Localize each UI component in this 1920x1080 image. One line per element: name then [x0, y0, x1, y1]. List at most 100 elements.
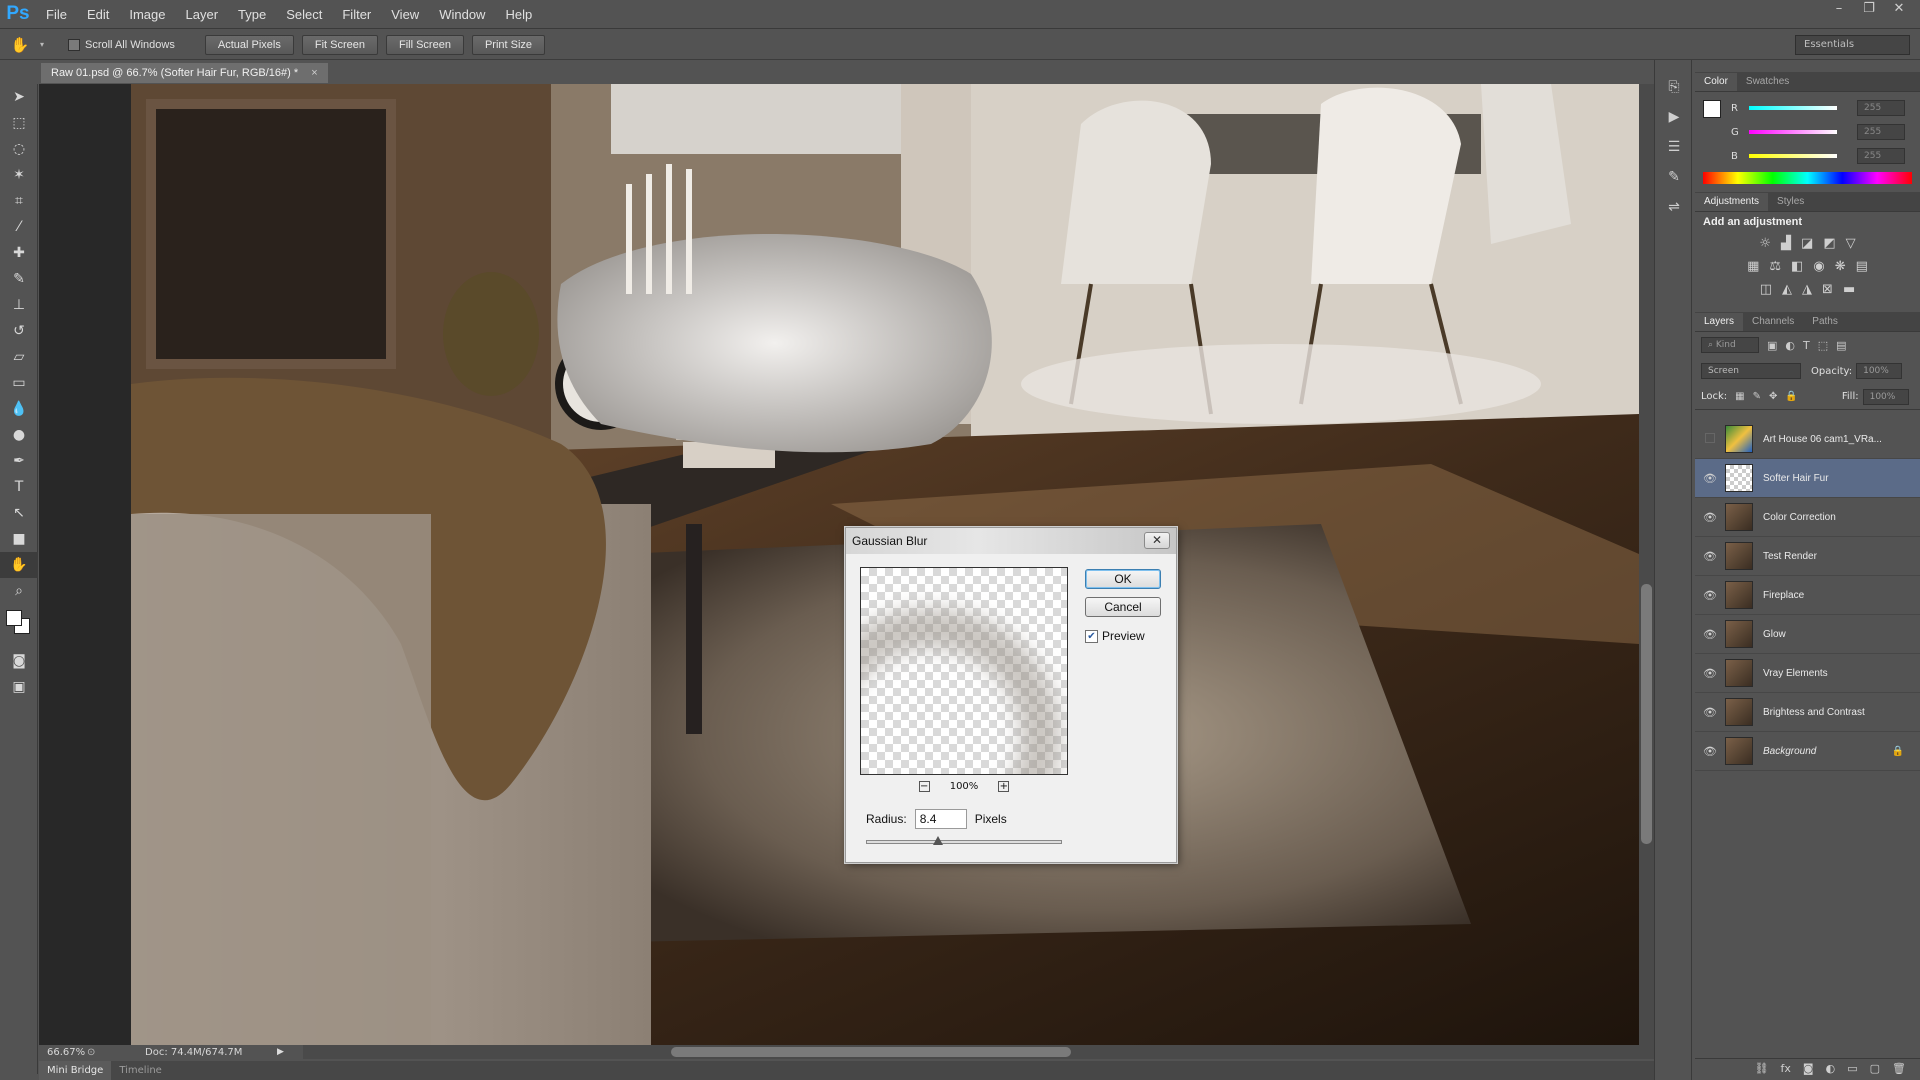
screen-mode-icon[interactable]: ▣ [0, 674, 38, 700]
tab-mini-bridge[interactable]: Mini Bridge [39, 1061, 112, 1080]
layer-row[interactable]: 👁 Test Render [1695, 537, 1920, 576]
filter-type-icon[interactable]: T [1803, 339, 1810, 352]
scroll-all-windows-option[interactable]: Scroll All Windows [68, 38, 175, 51]
fit-screen-button[interactable]: Fit Screen [301, 34, 378, 55]
red-slider[interactable] [1749, 106, 1837, 110]
layer-row[interactable]: 👁 Vray Elements [1695, 654, 1920, 693]
blur-tool-icon[interactable]: 💧 [0, 396, 38, 422]
pen-tool-icon[interactable]: ✒ [0, 448, 38, 474]
color-lookup-icon[interactable]: ▤ [1856, 259, 1868, 274]
lasso-tool-icon[interactable]: ◌ [0, 136, 38, 162]
actual-pixels-button[interactable]: Actual Pixels [204, 34, 294, 55]
foreground-color-swatch[interactable] [6, 610, 22, 626]
brush-panel-icon[interactable]: ✎ [1655, 162, 1693, 192]
opacity-input[interactable]: 100% [1856, 363, 1903, 379]
color-swatches[interactable] [0, 604, 37, 648]
tab-layers[interactable]: Layers [1695, 313, 1744, 331]
status-menu-arrow-icon[interactable]: ▶ [243, 1047, 284, 1057]
magic-wand-tool-icon[interactable]: ✶ [0, 162, 38, 188]
eraser-tool-icon[interactable]: ▱ [0, 344, 38, 370]
gradient-map-icon[interactable]: ▬ [1843, 282, 1855, 297]
layer-name[interactable]: Background [1763, 746, 1892, 757]
healing-brush-tool-icon[interactable]: ✚ [0, 240, 38, 266]
eye-icon[interactable]: 👁 [1695, 511, 1725, 524]
move-tool-icon[interactable]: ➤ [0, 84, 38, 110]
layer-row-selected[interactable]: 👁 Softer Hair Fur [1695, 459, 1920, 498]
dialog-title-bar[interactable]: Gaussian Blur ✕ [846, 528, 1176, 554]
blur-preview[interactable] [860, 567, 1068, 775]
delete-layer-icon[interactable]: 🗑 [1892, 1062, 1906, 1075]
tab-swatches[interactable]: Swatches [1737, 73, 1798, 91]
scroll-all-windows-checkbox[interactable] [68, 38, 80, 51]
rectangle-tool-icon[interactable]: ■ [0, 526, 38, 552]
brush-tool-icon[interactable]: ✎ [0, 266, 38, 292]
black-white-icon[interactable]: ◧ [1791, 259, 1803, 274]
menu-file[interactable]: File [36, 0, 77, 29]
canvas-vertical-scroll-thumb[interactable] [1641, 584, 1652, 844]
close-window-button[interactable]: ✕ [1884, 0, 1914, 20]
layer-name[interactable]: Test Render [1763, 551, 1817, 562]
brush-presets-panel-icon[interactable]: ⇌ [1655, 192, 1693, 222]
dodge-tool-icon[interactable]: ● [0, 422, 38, 448]
menu-edit[interactable]: Edit [77, 0, 119, 29]
layer-row[interactable]: 👁 Fireplace [1695, 576, 1920, 615]
menu-help[interactable]: Help [495, 0, 542, 29]
lock-all-icon[interactable]: 🔒 [1785, 391, 1797, 402]
zoom-out-icon[interactable]: − [918, 780, 930, 792]
layer-name[interactable]: Fireplace [1763, 590, 1804, 601]
lock-image-icon[interactable]: ✎ [1753, 391, 1761, 402]
blue-slider[interactable] [1749, 154, 1837, 158]
filter-pixel-icon[interactable]: ▣ [1767, 339, 1777, 352]
quick-mask-icon[interactable]: ◙ [0, 648, 38, 674]
channel-mixer-icon[interactable]: ❋ [1835, 259, 1846, 274]
print-size-button[interactable]: Print Size [471, 34, 546, 55]
eye-icon[interactable]: 👁 [1695, 745, 1725, 758]
zoom-in-icon[interactable]: + [998, 780, 1010, 792]
red-value[interactable]: 255 [1857, 100, 1905, 116]
actions-panel-icon[interactable]: ▶ [1655, 102, 1693, 132]
zoom-level[interactable]: 66.67% [39, 1047, 87, 1058]
link-layers-icon[interactable]: ⛓ [1755, 1062, 1769, 1075]
history-brush-tool-icon[interactable]: ↺ [0, 318, 38, 344]
layer-row[interactable]: 👁 Glow [1695, 615, 1920, 654]
eyedropper-tool-icon[interactable]: ⁄ [0, 214, 38, 240]
eye-icon[interactable]: 👁 [1695, 472, 1725, 485]
layer-name[interactable]: Vray Elements [1763, 668, 1828, 679]
radius-slider-thumb[interactable] [933, 836, 943, 845]
menu-select[interactable]: Select [276, 0, 332, 29]
eye-icon[interactable]: 👁 [1695, 589, 1725, 602]
chevron-down-icon[interactable]: ▾ [40, 40, 54, 49]
menu-type[interactable]: Type [228, 0, 276, 29]
brightness-contrast-icon[interactable]: ☼ [1759, 236, 1771, 251]
tab-styles[interactable]: Styles [1768, 193, 1813, 211]
menu-layer[interactable]: Layer [176, 0, 229, 29]
lock-transparent-icon[interactable]: ▦ [1735, 391, 1744, 402]
tab-paths[interactable]: Paths [1803, 313, 1847, 331]
eye-icon[interactable]: 👁 [1695, 628, 1725, 641]
tab-adjustments[interactable]: Adjustments [1695, 193, 1769, 211]
clone-stamp-tool-icon[interactable]: ⊥ [0, 292, 38, 318]
hue-saturation-icon[interactable]: ▦ [1747, 259, 1759, 274]
tab-timeline[interactable]: Timeline [111, 1061, 170, 1080]
layer-name[interactable]: Glow [1763, 629, 1786, 640]
radius-input[interactable]: 8.4 [914, 809, 967, 829]
menu-filter[interactable]: Filter [332, 0, 381, 29]
posterize-icon[interactable]: ◭ [1782, 282, 1792, 297]
ok-button[interactable]: OK [1085, 569, 1161, 589]
layer-name[interactable]: Art House 06 cam1_VRa... [1763, 434, 1882, 445]
radius-slider[interactable] [866, 836, 1062, 845]
canvas-horizontal-scrollbar[interactable] [303, 1045, 1654, 1059]
hand-tool-preset-icon[interactable]: ✋ [0, 36, 40, 54]
hand-tool-icon[interactable]: ✋ [0, 552, 38, 578]
adjustment-layer-icon[interactable]: ◐ [1826, 1062, 1836, 1075]
close-tab-icon[interactable]: × [311, 67, 317, 79]
invert-icon[interactable]: ◫ [1760, 282, 1772, 297]
marquee-tool-icon[interactable]: ⬚ [0, 110, 38, 136]
type-tool-icon[interactable]: T [0, 474, 38, 500]
visibility-toggle[interactable] [1695, 432, 1725, 446]
new-group-icon[interactable]: ▭ [1847, 1062, 1857, 1075]
vibrance-icon[interactable]: ▽ [1846, 236, 1856, 251]
menu-window[interactable]: Window [429, 0, 495, 29]
canvas-vertical-scrollbar[interactable] [1639, 84, 1654, 1045]
filter-smart-object-icon[interactable]: ▤ [1836, 339, 1846, 352]
